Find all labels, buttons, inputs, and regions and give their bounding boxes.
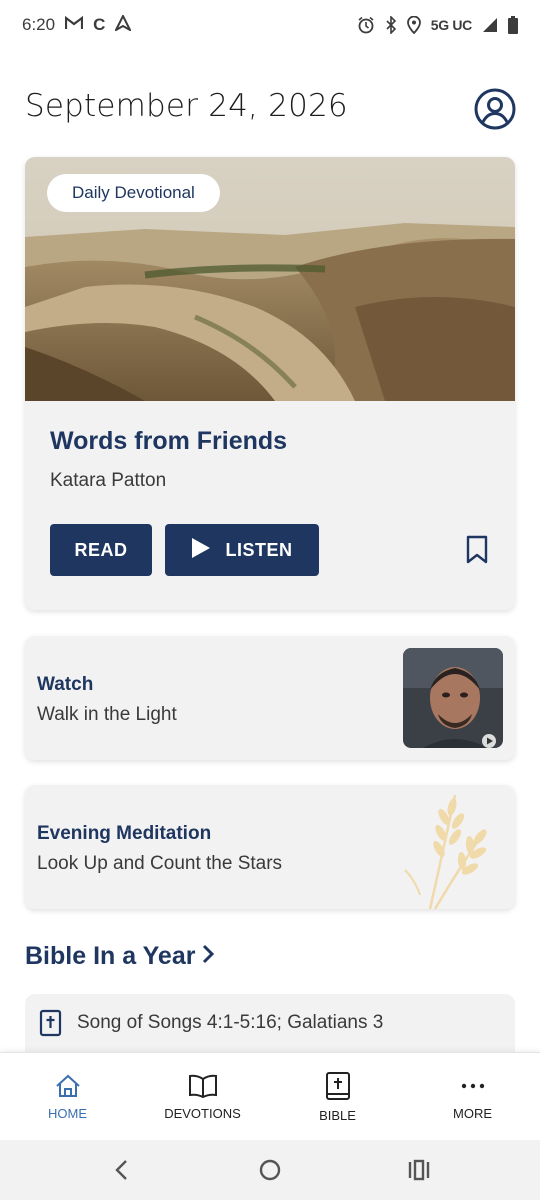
status-bar: 6:20 C 5G UC (0, 0, 540, 50)
recents-icon[interactable] (407, 1158, 431, 1187)
page-title: September 24, 2026 (25, 88, 348, 124)
nav-bible-label: BIBLE (319, 1107, 356, 1123)
more-icon (460, 1074, 486, 1098)
nav-more[interactable]: MORE (405, 1053, 540, 1141)
nav-home-label: HOME (48, 1105, 87, 1121)
devotional-title[interactable]: Words from Friends (50, 427, 287, 456)
watch-subtitle: Walk in the Light (37, 704, 177, 725)
nav-bible[interactable]: BIBLE (270, 1053, 405, 1141)
section-heading-label: Bible In a Year (25, 942, 196, 970)
signal-icon (482, 17, 498, 33)
back-icon[interactable] (112, 1158, 130, 1187)
evening-subtitle: Look Up and Count the Stars (37, 853, 283, 874)
daily-devotional-badge: Daily Devotional (47, 174, 220, 212)
watch-title: Watch (37, 674, 94, 695)
read-button[interactable]: READ (50, 524, 152, 576)
chevron-right-icon (201, 942, 215, 971)
bottom-nav: HOME DEVOTIONS BIBLE MORE (0, 1052, 540, 1141)
bible-icon (39, 1009, 63, 1037)
bookmark-icon[interactable] (465, 535, 489, 565)
gmail-icon (64, 15, 84, 35)
book-open-icon (188, 1074, 218, 1098)
play-icon (191, 537, 211, 564)
arrow-app-icon (114, 13, 133, 36)
evening-meditation-card[interactable]: Evening Meditation Look Up and Count the… (25, 785, 515, 909)
location-icon (406, 16, 421, 34)
status-left: 6:20 C (22, 13, 133, 36)
nav-devotions[interactable]: DEVOTIONS (135, 1053, 270, 1141)
status-time: 6:20 (22, 15, 56, 34)
bible-reading-text: Song of Songs 4:1-5:16; Galatians 3 (77, 1012, 384, 1033)
daily-devotional-card[interactable]: Daily Devotional Words from Friends Kata… (25, 157, 515, 610)
bluetooth-icon (385, 16, 397, 34)
profile-icon[interactable] (474, 88, 516, 130)
home-icon (55, 1074, 81, 1098)
listen-button[interactable]: LISTEN (165, 524, 319, 576)
alarm-icon (357, 16, 375, 34)
wheat-icon (404, 794, 487, 909)
home-button-icon[interactable] (258, 1158, 282, 1187)
read-button-label: READ (74, 539, 128, 560)
network-label: 5G UC (430, 17, 473, 33)
bible-icon (325, 1071, 351, 1100)
listen-button-label: LISTEN (225, 539, 293, 560)
nav-devotions-label: DEVOTIONS (164, 1105, 241, 1121)
watch-card[interactable]: Watch Walk in the Light (25, 636, 515, 760)
c-app-icon: C (93, 15, 106, 34)
nav-home[interactable]: HOME (0, 1053, 135, 1141)
status-right: 5G UC (357, 16, 518, 34)
bible-in-a-year-link[interactable]: Bible In a Year (25, 942, 215, 971)
battery-icon (508, 16, 518, 34)
system-nav-bar (0, 1140, 540, 1200)
video-thumbnail[interactable] (403, 648, 503, 748)
evening-title: Evening Meditation (37, 823, 212, 844)
nav-more-label: MORE (453, 1105, 492, 1121)
devotional-author: Katara Patton (50, 470, 167, 491)
